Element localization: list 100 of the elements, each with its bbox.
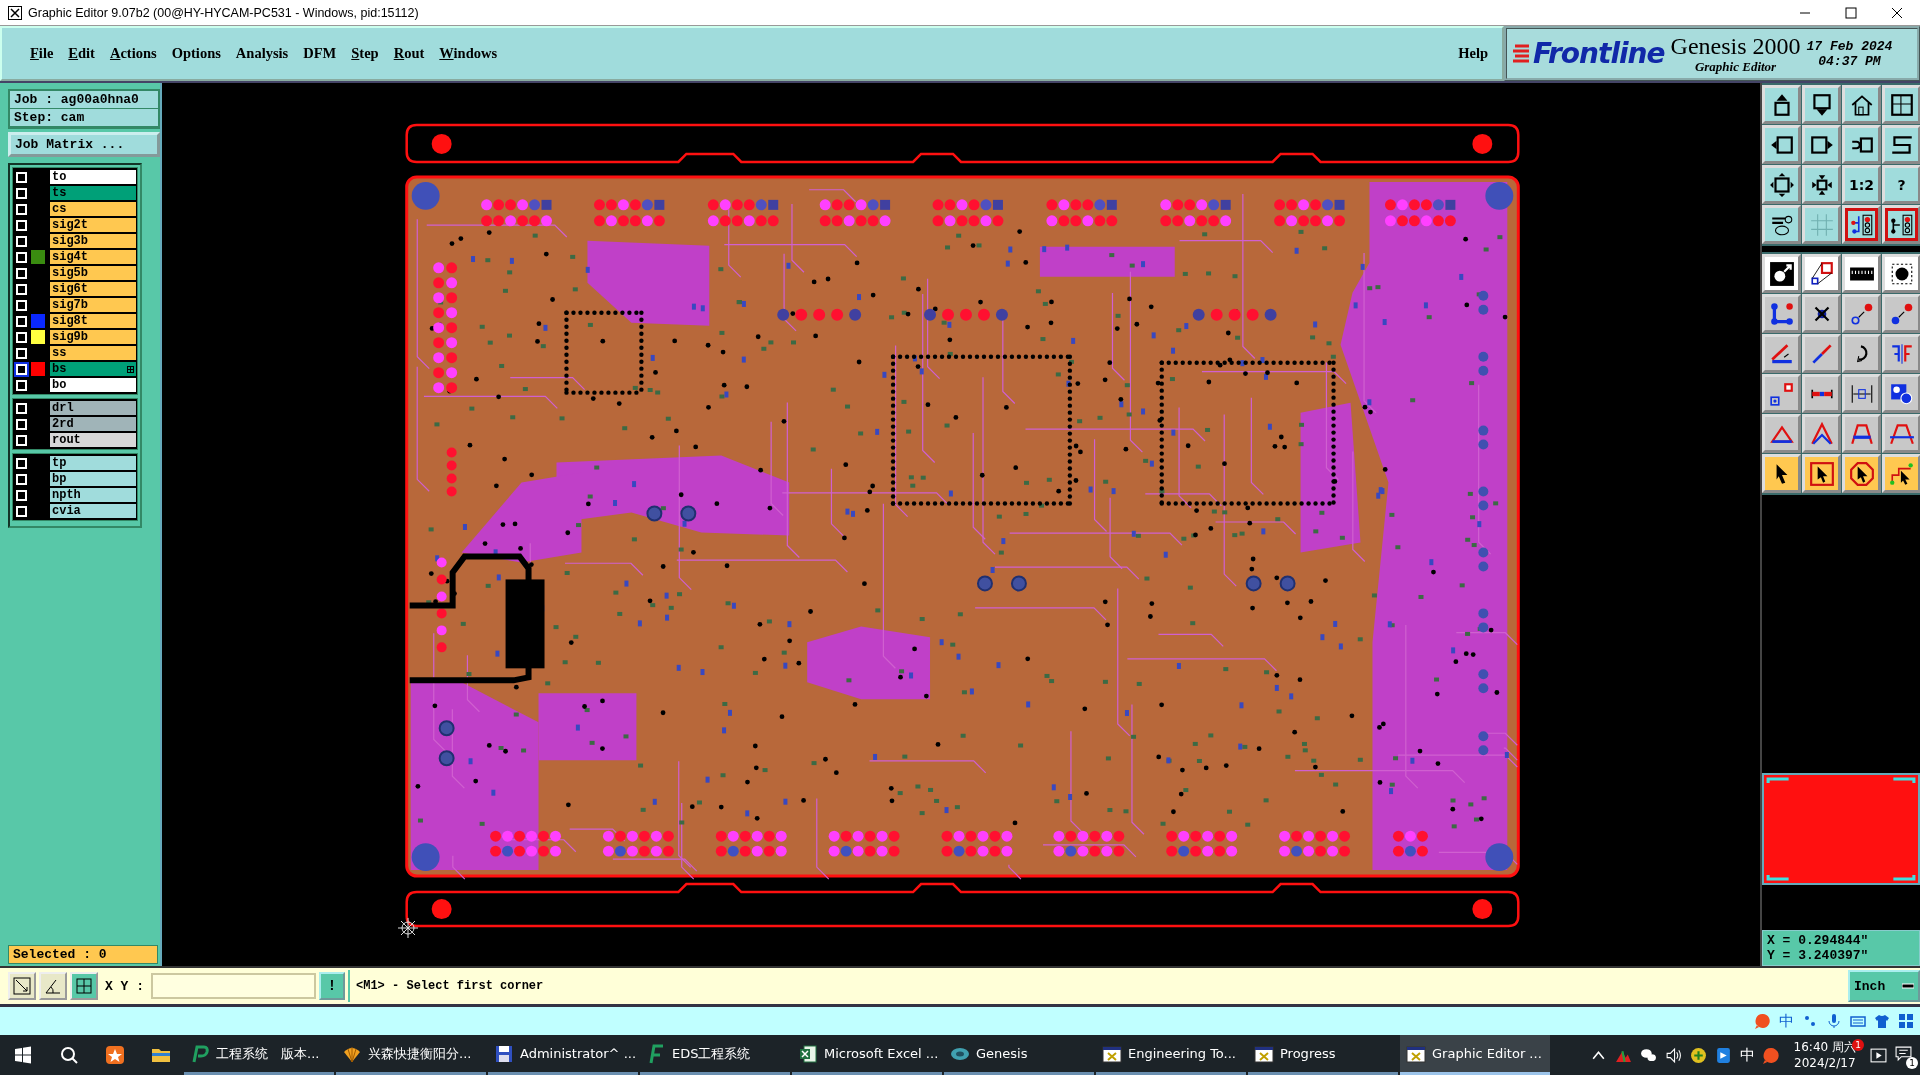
play-tile-icon[interactable] (1714, 1046, 1732, 1064)
layer-name[interactable]: npth (50, 488, 136, 502)
menu-item[interactable]: File (24, 43, 60, 64)
layer-checkbox[interactable] (16, 219, 27, 231)
layer-checkbox[interactable] (16, 489, 27, 501)
layer-checkbox[interactable] (16, 283, 27, 295)
toolbar-button[interactable] (1762, 414, 1801, 453)
toolbar-button[interactable] (1842, 374, 1881, 413)
angle-measure-button[interactable] (39, 972, 67, 1000)
menu-item[interactable]: Analysis (229, 43, 295, 64)
toolbar-button[interactable] (1842, 334, 1881, 373)
taskbar-item[interactable]: Progress (1248, 1035, 1398, 1075)
toolbar-button[interactable]: ? (1882, 165, 1920, 204)
toolbar-button[interactable] (1842, 254, 1881, 293)
notification-icon[interactable] (1895, 1045, 1912, 1062)
zoom-window-button[interactable] (8, 972, 36, 1000)
taskbar-item[interactable]: Genesis (944, 1035, 1094, 1075)
layer-name[interactable]: sig2t (50, 218, 136, 232)
layer-checkbox[interactable] (16, 299, 27, 311)
toolbar-button[interactable] (1802, 254, 1841, 293)
layer-checkbox[interactable] (16, 251, 27, 263)
toolbar-button[interactable] (1802, 454, 1841, 493)
taskbar-item[interactable]: Administrator^ ... (488, 1035, 638, 1075)
layer-name[interactable]: bs (50, 362, 136, 376)
clock-date[interactable]: 2024/2/17 (1794, 1055, 1856, 1071)
toolbar-button[interactable] (1882, 374, 1920, 413)
layer-checkbox[interactable] (16, 315, 27, 327)
layer-name[interactable]: rout (50, 433, 136, 447)
layer-name[interactable]: sig3b (50, 234, 136, 248)
layer-checkbox[interactable] (16, 331, 27, 343)
speech-bubble-icon[interactable] (1755, 1013, 1771, 1029)
job-matrix-button[interactable]: Job Matrix ... (8, 132, 160, 157)
taskbar-item[interactable]: Graphic Editor ... (1400, 1035, 1550, 1075)
menu-item[interactable]: Windows (433, 43, 504, 64)
layer-checkbox[interactable] (16, 235, 27, 247)
layer-name[interactable]: drl (50, 401, 136, 415)
toolbar-button[interactable] (1802, 294, 1841, 333)
layer-name[interactable]: cs (50, 202, 136, 216)
layer-checkbox[interactable] (16, 418, 27, 430)
grid-apps-icon[interactable] (1898, 1013, 1914, 1029)
punctuation-icon[interactable] (1802, 1013, 1818, 1029)
toolbar-button[interactable] (1842, 414, 1881, 453)
layer-name[interactable]: bo (50, 378, 136, 392)
layer-checkbox[interactable] (16, 171, 27, 183)
toolbar-button[interactable]: 1:2 (1842, 165, 1881, 204)
taskbar-item[interactable]: EDS工程系统 (640, 1035, 790, 1075)
speech-bubble-icon[interactable] (1762, 1046, 1780, 1064)
toolbar-button[interactable] (1842, 125, 1881, 164)
menu-item[interactable]: Edit (62, 43, 101, 64)
layer-checkbox[interactable] (16, 267, 27, 279)
toolbar-button[interactable] (1882, 254, 1920, 293)
layer-checkbox[interactable] (16, 347, 27, 359)
toolbar-button[interactable] (1762, 85, 1801, 124)
help-menu[interactable]: Help (1452, 43, 1494, 64)
layer-checkbox[interactable] (16, 434, 27, 446)
layer-name[interactable]: tp (50, 456, 136, 470)
toolbar-button[interactable] (1762, 125, 1801, 164)
taskbar-item[interactable]: Microsoft Excel ... (792, 1035, 942, 1075)
layer-name[interactable]: sig7b (50, 298, 136, 312)
menu-item[interactable]: Actions (103, 43, 163, 64)
toolbar-button[interactable] (1802, 165, 1841, 204)
layer-checkbox[interactable] (16, 187, 27, 199)
ime-mode[interactable]: 中 (1779, 1011, 1794, 1031)
toolbar-button[interactable] (1842, 85, 1881, 124)
toolbar-button[interactable] (1762, 205, 1801, 244)
keyboard-icon[interactable] (1850, 1013, 1866, 1029)
taskbar-item[interactable]: 兴森快捷衡阳分... (336, 1035, 486, 1075)
play-box-icon[interactable] (1870, 1046, 1887, 1064)
toolbar-button[interactable] (1882, 85, 1920, 124)
layer-name[interactable]: sig4t (50, 250, 136, 264)
layer-name[interactable]: bp (50, 472, 136, 486)
toolbar-button[interactable] (1882, 125, 1920, 164)
toolbar-button[interactable] (1842, 454, 1881, 493)
menu-item[interactable]: Options (165, 43, 227, 64)
toolbar-button[interactable] (1882, 205, 1920, 244)
speaker-icon[interactable] (1664, 1046, 1682, 1064)
layer-name[interactable]: sig9b (50, 330, 136, 344)
layer-checkbox[interactable] (16, 402, 27, 414)
toolbar-button[interactable] (1802, 125, 1841, 164)
toolbar-button[interactable] (1762, 334, 1801, 373)
layer-name[interactable]: cvia (50, 504, 136, 518)
layer-name[interactable]: sig5b (50, 266, 136, 280)
menu-item[interactable]: DFM (297, 43, 343, 64)
layer-name[interactable]: sig6t (50, 282, 136, 296)
layer-name[interactable]: ss (50, 346, 136, 360)
layer-name[interactable]: sig8t (50, 314, 136, 328)
menu-item[interactable]: Rout (387, 43, 431, 64)
toolbar-button[interactable] (1762, 165, 1801, 204)
toolbar-button[interactable] (1882, 294, 1920, 333)
microphone-icon[interactable] (1826, 1013, 1842, 1029)
taskbar-item[interactable]: 工程系统 版本... (184, 1035, 334, 1075)
toolbar-button[interactable] (1842, 205, 1881, 244)
chat-bubbles-icon[interactable] (1639, 1046, 1657, 1064)
layer-checkbox[interactable] (16, 505, 27, 517)
taskbar-item[interactable]: Engineering To... (1096, 1035, 1246, 1075)
layer-checkbox[interactable] (16, 203, 27, 215)
layer-checkbox[interactable] (16, 379, 27, 391)
input-language[interactable]: 中 (1739, 1045, 1755, 1065)
layer-name[interactable]: 2rd (50, 417, 136, 431)
toolbar-button[interactable] (1802, 85, 1841, 124)
